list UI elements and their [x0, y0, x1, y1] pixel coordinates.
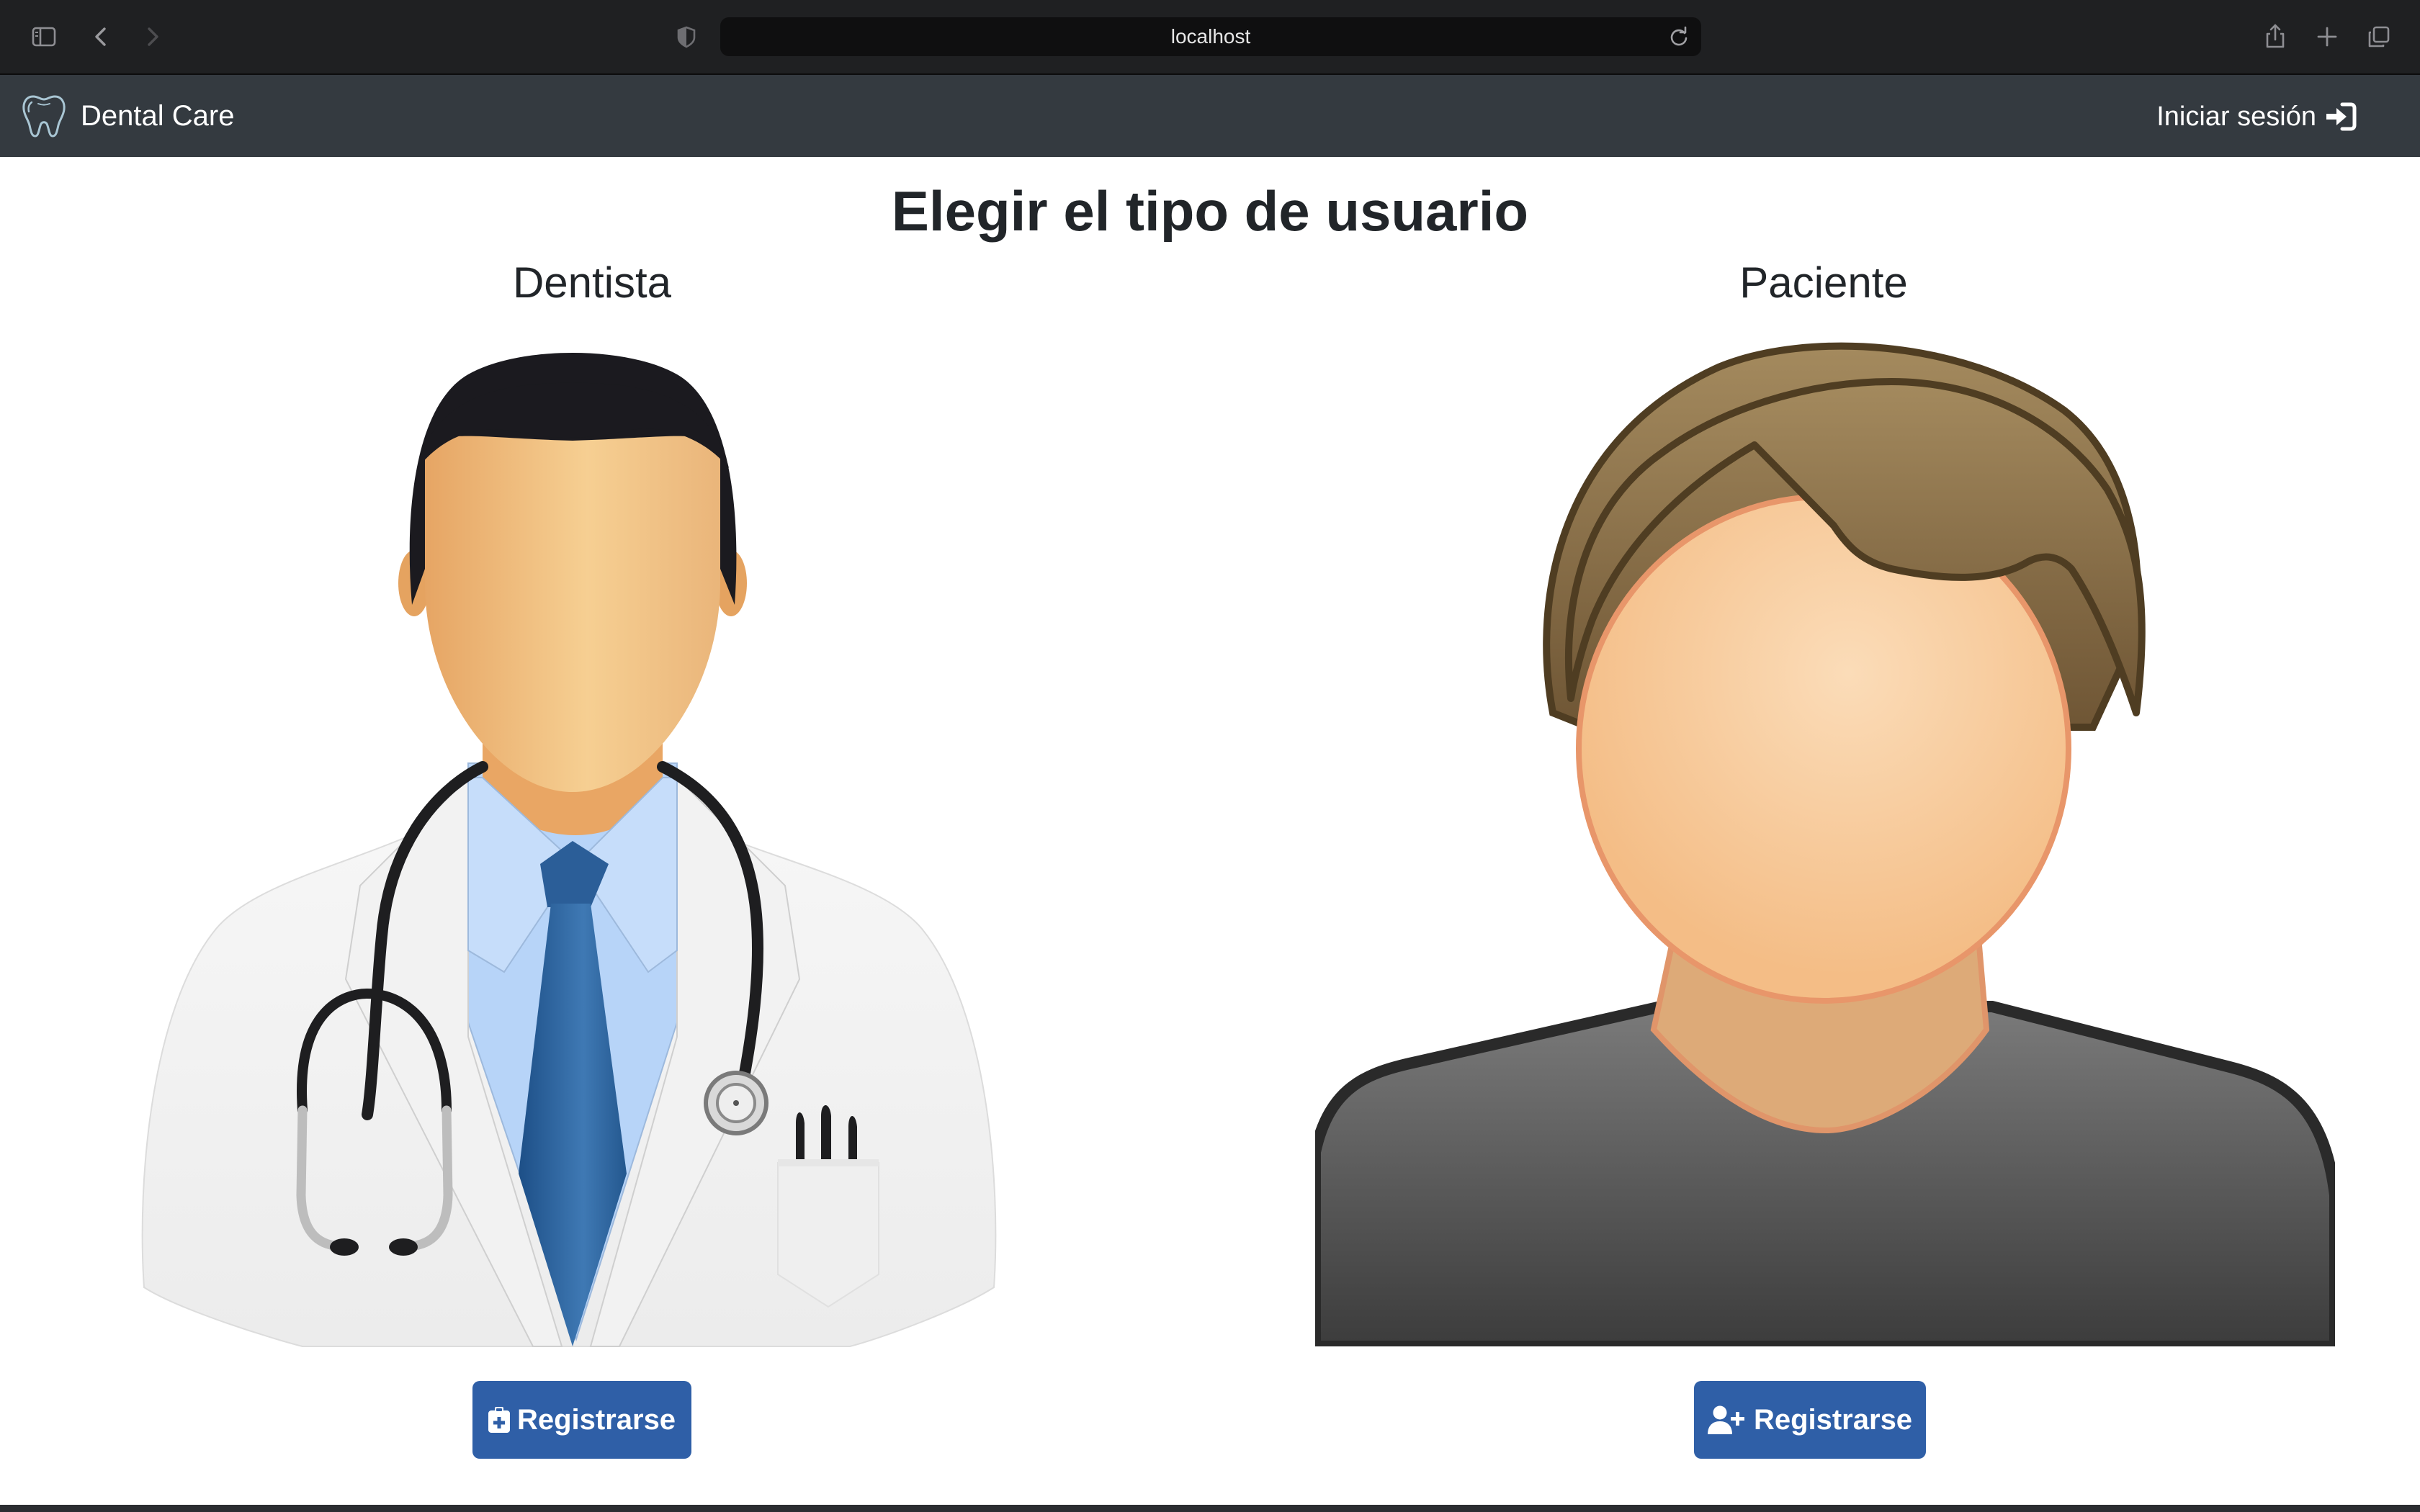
- register-dentist-label: Registrarse: [516, 1403, 676, 1436]
- brand-name: Dental Care: [81, 99, 235, 132]
- register-patient-label: Registrarse: [1753, 1403, 1913, 1436]
- user-plus-icon: [1707, 1405, 1744, 1434]
- dentist-avatar[interactable]: [130, 317, 1023, 1354]
- share-icon[interactable]: [2257, 19, 2293, 55]
- back-icon[interactable]: [84, 19, 120, 55]
- url-text: localhost: [1170, 25, 1251, 48]
- reload-icon[interactable]: [1667, 24, 1691, 49]
- forward-icon[interactable]: [134, 19, 170, 55]
- browser-toolbar: localhost: [0, 0, 2420, 75]
- dentist-heading: Dentista: [512, 258, 672, 307]
- register-patient-button[interactable]: Registrarse: [1694, 1381, 1926, 1459]
- privacy-shield-icon[interactable]: [668, 19, 704, 55]
- brand-link[interactable]: Dental Care: [20, 92, 234, 140]
- patient-heading: Paciente: [1739, 258, 1908, 307]
- tab-overview-icon[interactable]: [2361, 19, 2397, 55]
- sidebar-icon[interactable]: [26, 19, 62, 55]
- window-bottom-edge: [0, 1505, 2420, 1512]
- sign-in-icon: [2326, 102, 2357, 131]
- tooth-icon: [22, 95, 66, 138]
- new-tab-icon[interactable]: [2309, 19, 2345, 55]
- clipboard-plus-icon: [488, 1407, 510, 1433]
- site-navbar: Dental Care Iniciar sesión: [0, 75, 2420, 157]
- patient-avatar[interactable]: [1315, 324, 2335, 1346]
- address-bar[interactable]: localhost: [720, 17, 1701, 56]
- login-link[interactable]: Iniciar sesión: [2156, 96, 2357, 137]
- login-label: Iniciar sesión: [2156, 101, 2316, 132]
- register-dentist-button[interactable]: Registrarse: [472, 1381, 691, 1459]
- page-title: Elegir el tipo de usuario: [891, 179, 1529, 243]
